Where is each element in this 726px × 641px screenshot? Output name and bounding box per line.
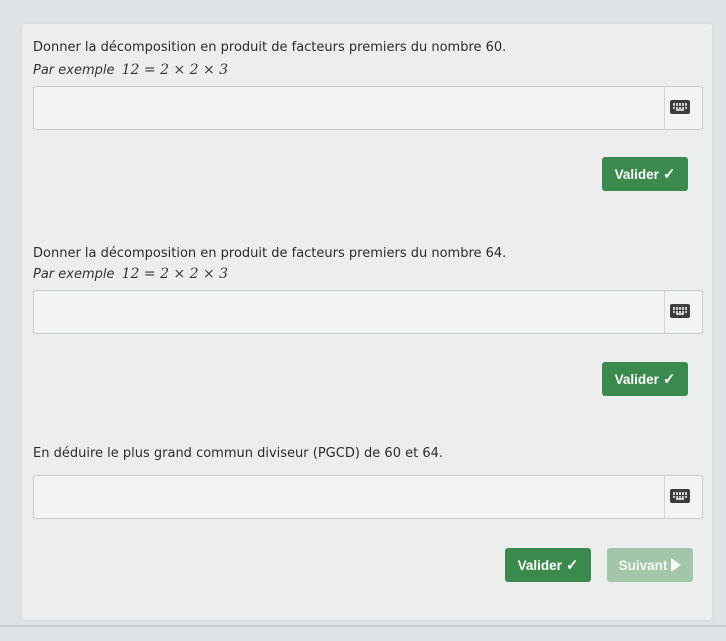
play-icon (671, 558, 682, 572)
validate-1-label: Valider (614, 166, 659, 182)
validate-2-label: Valider (614, 371, 659, 387)
answer-1-box (33, 86, 703, 130)
bottom-divider (0, 625, 726, 627)
answer-1-input[interactable] (34, 87, 665, 129)
keyboard-icon[interactable] (670, 100, 690, 114)
question-2-text: Donner la décomposition en produit de fa… (33, 246, 507, 261)
example-2-math: 12 = 2 × 2 × 3 (121, 266, 229, 282)
validate-1-button[interactable]: Valider ✓ (602, 157, 688, 191)
next-button[interactable]: Suivant (607, 548, 693, 582)
keyboard-icon[interactable] (670, 489, 690, 503)
answer-2-box (33, 290, 703, 334)
answer-2-input[interactable] (34, 291, 665, 333)
question-3-text: En déduire le plus grand commun diviseur… (33, 446, 443, 461)
answer-3-box (33, 475, 703, 519)
answer-3-input[interactable] (34, 476, 665, 518)
example-1-math: 12 = 2 × 2 × 3 (121, 62, 229, 78)
example-2: Par exemple 12 = 2 × 2 × 3 (33, 266, 228, 282)
check-icon: ✓ (662, 166, 676, 183)
example-2-label: Par exemple (33, 267, 115, 282)
check-icon: ✓ (565, 557, 579, 574)
keyboard-icon[interactable] (670, 304, 690, 318)
example-1: Par exemple 12 = 2 × 2 × 3 (33, 62, 228, 78)
example-1-label: Par exemple (33, 63, 115, 78)
validate-3-button[interactable]: Valider ✓ (505, 548, 591, 582)
validate-2-button[interactable]: Valider ✓ (602, 362, 688, 396)
validate-3-label: Valider (517, 557, 562, 573)
question-1-text: Donner la décomposition en produit de fa… (33, 40, 507, 55)
next-label: Suivant (618, 557, 668, 573)
check-icon: ✓ (662, 371, 676, 388)
